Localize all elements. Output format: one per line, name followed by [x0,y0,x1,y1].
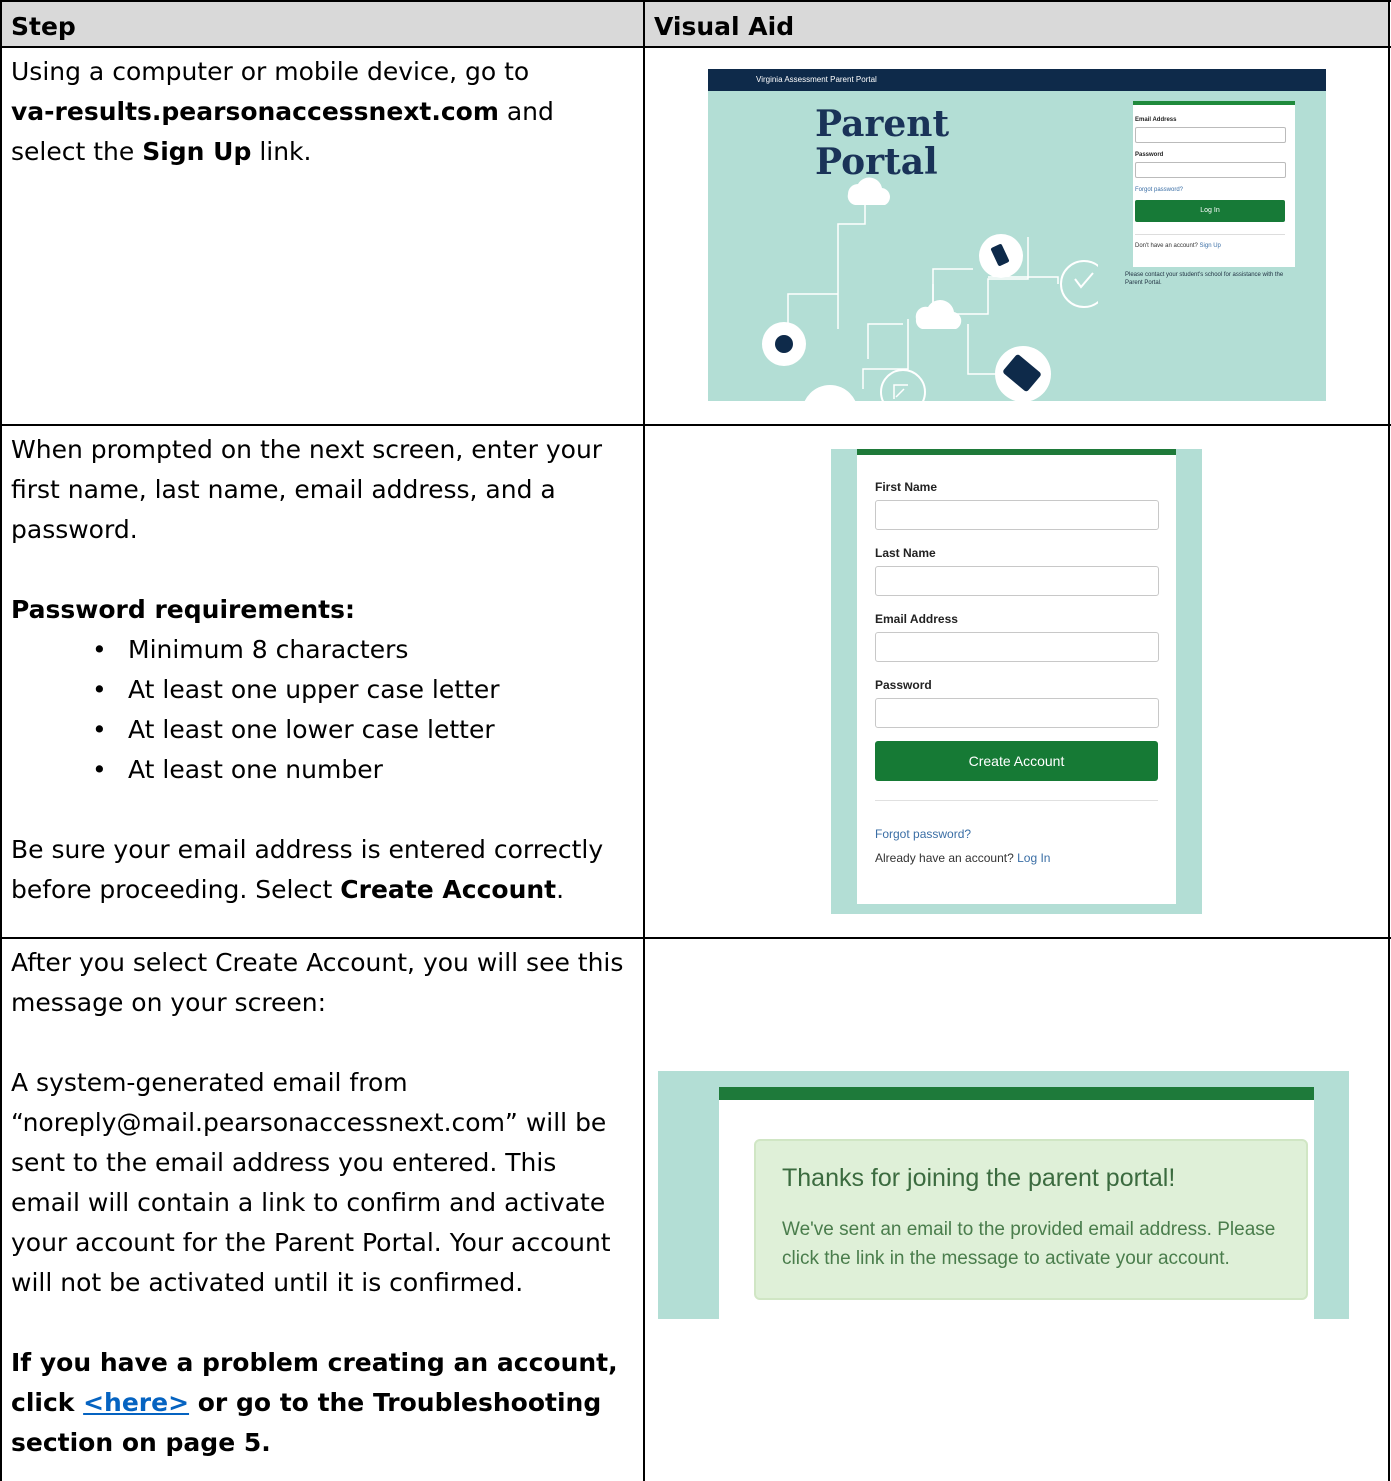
visual-aid-login-screen: Virginia Assessment Parent Portal Parent… [708,69,1326,401]
email-label: Email Address [1135,117,1177,123]
portal-header-bar: Virginia Assessment Parent Portal [708,69,1326,91]
visual-aid-confirmation: Thanks for joining the parent portal! We… [658,1071,1349,1319]
column-header-step: Step [11,12,76,41]
email-field[interactable] [1135,127,1286,143]
password-field[interactable] [1135,162,1286,178]
step-2-create-account: Create Account [340,875,557,904]
login-card: Email Address Password Forgot password? … [1133,101,1295,267]
sign-up-link[interactable]: Sign Up [1200,243,1221,249]
visual-aid-signup-form: First Name Last Name Email Address Passw… [831,449,1202,914]
step-2-intro: When prompted on the next screen, enter … [11,435,603,544]
success-alert: Thanks for joining the parent portal! We… [754,1139,1308,1300]
step-1-sign-up: Sign Up [142,137,252,166]
table-border-middle [643,0,645,1481]
step-3-body: A system-generated email from “noreply@m… [11,1068,611,1297]
email-field[interactable] [875,632,1159,662]
step-3-intro: After you select Create Account, you wil… [11,948,624,1017]
table-border-right [1388,0,1390,1481]
step-2-period: . [556,875,565,904]
table-border-row2 [0,937,1391,939]
step-1-url: va-results.pearsonaccessnext.com [11,97,499,126]
forgot-password-link[interactable]: Forgot password? [1135,187,1183,193]
divider [1135,234,1285,235]
forgot-password-link[interactable]: Forgot password? [875,827,971,841]
password-field[interactable] [875,698,1159,728]
step-3-text: After you select Create Account, you wil… [11,943,631,1463]
signup-card: First Name Last Name Email Address Passw… [857,449,1176,904]
no-account-text: Don't have an account? [1135,243,1200,249]
step-1-text: Using a computer or mobile device, go to… [11,52,631,172]
requirement-item: At least one upper case letter [92,670,631,710]
title-line-1: Parent [815,103,950,145]
first-name-field[interactable] [875,500,1159,530]
cloud-icon [915,299,962,329]
first-name-label: First Name [875,480,938,494]
cloud-icon [847,177,890,205]
password-requirements-heading: Password requirements: [11,595,355,624]
login-prompt: Already have an account? Log In [875,851,1050,865]
password-requirements-list: Minimum 8 characters At least one upper … [11,630,631,790]
requirement-item: Minimum 8 characters [92,630,631,670]
last-name-label: Last Name [875,546,936,560]
requirement-item: At least one number [92,750,631,790]
success-heading: Thanks for joining the parent portal! [782,1164,1176,1192]
divider [875,800,1158,801]
table-border-top [0,0,1391,2]
table-border-left [0,0,2,1481]
success-text: We've sent an email to the provided emai… [782,1219,1276,1269]
confirmation-card: Thanks for joining the parent portal! We… [719,1087,1314,1319]
password-label: Password [1135,152,1164,158]
password-label: Password [875,678,932,692]
here-link[interactable]: <here> [83,1388,189,1417]
last-name-field[interactable] [875,566,1159,596]
table-border-header [0,46,1391,48]
document-page: Step Visual Aid Using a computer or mobi… [0,0,1391,1481]
signup-prompt: Don't have an account? Sign Up [1135,243,1221,249]
step-2-text: When prompted on the next screen, enter … [11,430,631,910]
network-illustration [762,177,1098,401]
step-1-end: link. [251,137,312,166]
log-in-link[interactable]: Log In [1017,851,1050,865]
column-header-visual-aid: Visual Aid [654,12,795,41]
requirement-item: At least one lower case letter [92,710,631,750]
create-account-button[interactable]: Create Account [875,741,1158,781]
step-1-intro: Using a computer or mobile device, go to [11,57,530,86]
already-account-text: Already have an account? [875,851,1018,865]
login-button[interactable]: Log In [1135,200,1285,222]
portal-header-title: Virginia Assessment Parent Portal [756,75,877,84]
table-border-row1 [0,424,1391,426]
header-cell-step [2,2,643,46]
email-label: Email Address [875,612,958,626]
contact-note: Please contact your student's school for… [1125,272,1284,286]
